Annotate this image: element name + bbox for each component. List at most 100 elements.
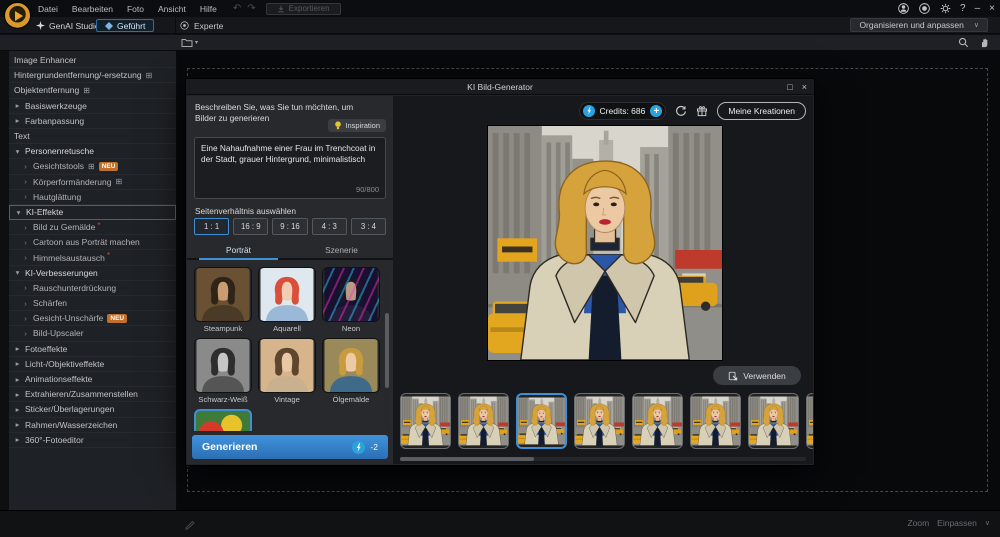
sidebar-item-rahmen-wasserzeichen[interactable]: ▸Rahmen/Wasserzeichen	[9, 418, 176, 433]
result-thumbnail-7[interactable]	[748, 393, 799, 449]
generated-thumbnails-strip	[400, 393, 813, 451]
refresh-icon[interactable]	[675, 105, 687, 117]
expand-arrow-icon: ▸	[14, 405, 21, 414]
undo-icon[interactable]: ↶	[233, 3, 241, 14]
sidebar-item-text[interactable]: Text	[9, 129, 176, 144]
style-neon[interactable]: Neon	[322, 267, 380, 333]
generate-cost: -2	[370, 442, 378, 452]
style-steampunk[interactable]: Steampunk	[194, 267, 252, 333]
result-thumbnail-1[interactable]	[400, 393, 451, 449]
tab-portraet[interactable]: Porträt	[187, 242, 290, 258]
dialog-maximize-button[interactable]: □	[787, 82, 792, 92]
app-logo-icon	[4, 2, 31, 29]
add-credits-button[interactable]: +	[650, 105, 662, 117]
sidebar-item-bild-upscaler[interactable]: ›Bild-Upscaler	[9, 326, 176, 341]
redo-icon[interactable]: ↷	[247, 3, 255, 14]
genai-studio-button[interactable]: GenAI Studio	[36, 21, 100, 31]
menu-foto[interactable]: Foto	[127, 4, 144, 14]
hand-tool-icon[interactable]	[979, 37, 990, 48]
sidebar-item-licht-objektiveffekte[interactable]: ▸Licht-/Objektiveffekte	[9, 357, 176, 372]
styles-scrollbar[interactable]	[385, 267, 389, 431]
generate-button[interactable]: Generieren -2	[192, 435, 388, 459]
my-creations-button[interactable]: Meine Kreationen	[717, 102, 806, 120]
result-thumbnail-2[interactable]	[458, 393, 509, 449]
gift-icon[interactable]	[696, 105, 708, 117]
sidebar-item-hintergrundentfernung[interactable]: Hintergrundentfernung/-ersetzung⊞	[9, 68, 176, 83]
expand-arrow-icon: ▸	[14, 420, 21, 429]
expert-mode-button[interactable]: Experte	[180, 19, 223, 32]
aspect-1-1[interactable]: 1 : 1	[194, 218, 229, 235]
zoom-value-dropdown[interactable]: Einpassen	[937, 518, 977, 528]
menu-datei[interactable]: Datei	[38, 4, 58, 14]
sidebar-item-gesicht-unschaerfe[interactable]: ›Gesicht-UnschärfeNEU	[9, 311, 176, 326]
export-button[interactable]: Exportieren	[266, 3, 341, 15]
tab-szenerie[interactable]: Szenerie	[290, 242, 393, 258]
prompt-input[interactable]: Eine Nahaufnahme einer Frau im Trenchcoa…	[194, 137, 386, 199]
new-badge: NEU	[99, 162, 119, 171]
generated-image-preview[interactable]	[487, 125, 723, 361]
result-thumbnail-4[interactable]	[574, 393, 625, 449]
sidebar-item-rauschunterdrueckung[interactable]: ›Rauschunterdrückung	[9, 281, 176, 296]
sidebar-section-personenretusche[interactable]: ▾Personenretusche	[9, 144, 176, 159]
dialog-title: KI Bild-Generator	[467, 82, 533, 92]
menu-ansicht[interactable]: Ansicht	[158, 4, 186, 14]
aspect-4-3[interactable]: 4 : 3	[312, 218, 347, 235]
result-thumbnail-8[interactable]	[806, 393, 813, 449]
use-image-button[interactable]: Verwenden	[713, 366, 801, 385]
sidebar-section-ki-verbesserungen[interactable]: ▾KI-Verbesserungen	[9, 266, 176, 281]
thumbnails-scrollbar[interactable]	[400, 457, 806, 461]
inspiration-button[interactable]: Inspiration	[328, 119, 386, 132]
sidebar-item-schaerfen[interactable]: ›Schärfen	[9, 296, 176, 311]
aspect-16-9[interactable]: 16 : 9	[233, 218, 268, 235]
sidebar-item-sticker-ueberlagerungen[interactable]: ▸Sticker/Überlagerungen	[9, 402, 176, 417]
menu-bearbeiten[interactable]: Bearbeiten	[72, 4, 113, 14]
pen-tool-icon[interactable]	[184, 518, 196, 530]
sidebar-item-basiswerkzeuge[interactable]: ▸Basiswerkzeuge	[9, 99, 176, 114]
result-thumbnail-6[interactable]	[690, 393, 741, 449]
guided-mode-button[interactable]: Geführt	[96, 19, 154, 32]
menu-hilfe[interactable]: Hilfe	[200, 4, 217, 14]
apply-image-icon	[728, 371, 738, 381]
sidebar-section-ki-effekte[interactable]: ▾KI-Effekte	[9, 205, 176, 220]
style-vintage[interactable]: Vintage	[258, 338, 316, 404]
lightbulb-icon	[334, 121, 342, 130]
sidebar-item-cartoon-aus-portraet[interactable]: ›Cartoon aus Porträt machen	[9, 235, 176, 250]
sidebar-item-image-enhancer[interactable]: Image Enhancer	[9, 53, 176, 68]
sidebar-item-360-fotoeditor[interactable]: ▸360°-Fotoeditor	[9, 433, 176, 448]
dialog-close-button[interactable]: ×	[802, 82, 807, 92]
sidebar-item-gesichtstools[interactable]: ›Gesichtstools⊞NEU	[9, 159, 176, 174]
edit-icon: ⊞	[146, 71, 153, 80]
folder-icon	[181, 37, 193, 48]
settings-gear-icon[interactable]	[939, 3, 951, 15]
sidebar-item-himmelsaustausch[interactable]: ›Himmelsaustausch*	[9, 250, 176, 265]
style-schwarz-weiss[interactable]: Schwarz-Weiß	[194, 338, 252, 404]
style-aquarell[interactable]: Aquarell	[258, 267, 316, 333]
search-icon[interactable]	[958, 37, 969, 48]
style-oelgemaelde[interactable]: Ölgemälde	[322, 338, 380, 404]
aspect-3-4[interactable]: 3 : 4	[351, 218, 386, 235]
folder-dropdown[interactable]: ▾	[181, 37, 198, 48]
close-button[interactable]: ×	[989, 4, 995, 14]
sidebar-item-fotoeffekte[interactable]: ▸Fotoeffekte	[9, 342, 176, 357]
sidebar-item-extrahieren-zusammenstellen[interactable]: ▸Extrahieren/Zusammenstellen	[9, 387, 176, 402]
account-icon[interactable]	[897, 3, 909, 15]
style-category-tabs: Porträt Szenerie	[187, 242, 393, 260]
menu-bar: Datei Bearbeiten Foto Ansicht Hilfe	[38, 4, 217, 14]
help-icon[interactable]: ?	[960, 4, 966, 14]
result-thumbnail-3-selected[interactable]	[516, 393, 567, 449]
result-thumbnail-5[interactable]	[632, 393, 683, 449]
style-pop-art-selected[interactable]	[194, 409, 252, 431]
sidebar-item-objektentfernung[interactable]: Objektentfernung⊞	[9, 83, 176, 98]
sync-status-icon[interactable]	[918, 3, 930, 15]
minimize-button[interactable]: –	[975, 4, 981, 14]
sidebar-item-koerperformaenderung[interactable]: ›Körperformänderung⊞	[9, 175, 176, 190]
sidebar-item-hautglaettung[interactable]: ›Hautglättung	[9, 190, 176, 205]
sidebar-item-farbanpassung[interactable]: ▸Farbanpassung	[9, 114, 176, 129]
generator-results-panel: Credits: 686 + Meine Kreationen	[393, 96, 813, 464]
organize-dropdown[interactable]: Organisieren und anpassen ∨	[850, 18, 988, 32]
sidebar-item-animationseffekte[interactable]: ▸Animationseffekte	[9, 372, 176, 387]
expand-arrow-icon: ▸	[14, 344, 21, 353]
aspect-9-16[interactable]: 9 : 16	[272, 218, 307, 235]
new-badge: NEU	[107, 314, 127, 323]
sidebar-item-bild-zu-gemaelde[interactable]: ›Bild zu Gemälde*	[9, 220, 176, 235]
